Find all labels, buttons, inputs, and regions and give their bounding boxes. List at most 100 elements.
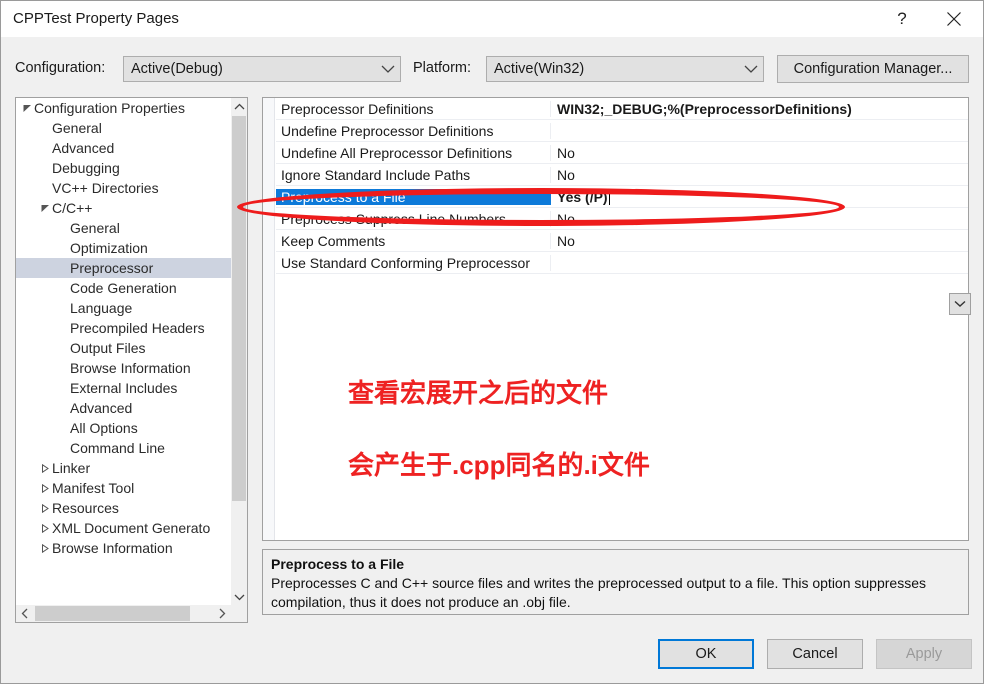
tree-item-command-line[interactable]: Command Line — [16, 438, 233, 458]
tree-item-label: C/C++ — [52, 200, 93, 216]
annotation-note-2: 会产生于.cpp同名的.i文件 — [348, 450, 650, 480]
twisty-collapsed-icon[interactable] — [38, 503, 52, 513]
cancel-button[interactable]: Cancel — [767, 639, 863, 669]
tree-item-language[interactable]: Language — [16, 298, 233, 318]
tree-item-label: Linker — [52, 460, 91, 476]
tree-item-label: Advanced — [70, 400, 133, 416]
title-bar: CPPTest Property Pages ? — [1, 1, 983, 37]
property-value-text: No — [557, 144, 575, 161]
tree-item-preprocessor[interactable]: Preprocessor — [16, 258, 233, 278]
configuration-tree-panel: Configuration Properties General Advanced D… — [15, 97, 248, 623]
tree-item-label: Code Generation — [70, 280, 177, 296]
tree-item-all-options[interactable]: All Options — [16, 418, 233, 438]
tree-horizontal-scrollbar[interactable] — [16, 605, 247, 622]
property-row[interactable]: Use Standard Conforming Preprocessor — [276, 252, 968, 274]
property-row[interactable]: Preprocessor Definitions WIN32;_DEBUG;%(P… — [276, 98, 968, 120]
tree-item-output-files[interactable]: Output Files — [16, 338, 233, 358]
configuration-select-value: Active(Debug) — [131, 61, 223, 77]
property-value: No — [551, 145, 968, 161]
property-value: No — [551, 167, 968, 183]
tree-item-manifest-tool[interactable]: Manifest Tool — [16, 478, 233, 498]
property-value-text: WIN32;_DEBUG;%(PreprocessorDefinitions) — [557, 100, 852, 117]
tree-item-xml-document-generato[interactable]: XML Document Generato — [16, 518, 233, 538]
property-value-input[interactable]: Yes (/P) — [551, 189, 968, 205]
scroll-up-icon[interactable] — [231, 98, 247, 115]
property-name: Preprocess to a File — [276, 188, 551, 205]
property-row[interactable]: Undefine Preprocessor Definitions — [276, 120, 968, 142]
tree-item-debugging[interactable]: Debugging — [16, 158, 233, 178]
tree-item-c-c[interactable]: C/C++ — [16, 198, 233, 218]
property-value-text: No — [557, 232, 575, 249]
platform-select-value: Active(Win32) — [494, 61, 585, 77]
chevron-down-icon — [954, 295, 966, 313]
help-button[interactable]: ? — [879, 1, 925, 37]
apply-button[interactable]: Apply — [876, 639, 972, 669]
tree-vertical-scrollbar[interactable] — [231, 98, 247, 606]
tree-item-label: All Options — [70, 420, 138, 436]
property-row[interactable]: Preprocess Suppress Line Numbers No — [276, 208, 968, 230]
property-row[interactable]: Keep Comments No — [276, 230, 968, 252]
property-grid[interactable]: Preprocessor Definitions WIN32;_DEBUG;%(P… — [276, 98, 968, 274]
twisty-expanded-icon[interactable] — [20, 104, 34, 113]
scroll-left-icon[interactable] — [16, 605, 33, 622]
tree-item-general[interactable]: General — [16, 118, 233, 138]
property-value-text: Yes (/P) — [557, 188, 608, 205]
tree-item-external-includes[interactable]: External Includes — [16, 378, 233, 398]
value-dropdown-button[interactable] — [949, 293, 971, 315]
tree-item-general[interactable]: General — [16, 218, 233, 238]
twisty-collapsed-icon[interactable] — [38, 483, 52, 493]
property-name: Preprocess Suppress Line Numbers — [276, 210, 551, 227]
tree-item-configuration-properties[interactable]: Configuration Properties — [16, 98, 233, 118]
property-value: No — [551, 211, 968, 227]
tree-item-advanced[interactable]: Advanced — [16, 398, 233, 418]
configuration-label: Configuration: — [15, 60, 106, 76]
tree-item-linker[interactable]: Linker — [16, 458, 233, 478]
configuration-select[interactable]: Active(Debug) — [123, 56, 401, 82]
tree-item-label: Resources — [52, 500, 119, 516]
twisty-expanded-icon[interactable] — [38, 204, 52, 213]
property-pages-dialog: CPPTest Property Pages ? Configuration: … — [0, 0, 984, 684]
tree-item-label: General — [70, 220, 120, 236]
tree-item-browse-information[interactable]: Browse Information — [16, 538, 233, 558]
tree-item-label: Language — [70, 300, 133, 316]
tree-item-label: VC++ Directories — [52, 180, 159, 196]
tree-item-label: Precompiled Headers — [70, 320, 205, 336]
configuration-tree[interactable]: Configuration Properties General Advanced D… — [16, 98, 233, 606]
chevron-down-icon — [739, 65, 763, 74]
property-row[interactable]: Preprocess to a File Yes (/P) — [276, 186, 968, 208]
tree-hscrollbar-thumb[interactable] — [35, 606, 190, 621]
configuration-manager-button[interactable]: Configuration Manager... — [777, 55, 969, 83]
tree-item-code-generation[interactable]: Code Generation — [16, 278, 233, 298]
close-button[interactable] — [931, 1, 977, 37]
tree-item-resources[interactable]: Resources — [16, 498, 233, 518]
tree-item-label: Debugging — [52, 160, 120, 176]
tree-scrollbar-thumb[interactable] — [232, 116, 246, 501]
property-name: Keep Comments — [276, 232, 551, 249]
tree-item-label: Preprocessor — [70, 260, 154, 276]
description-panel: Preprocess to a File Preprocesses C and … — [262, 549, 969, 615]
chevron-down-icon — [376, 65, 400, 74]
twisty-collapsed-icon[interactable] — [38, 523, 52, 533]
scroll-down-icon[interactable] — [231, 589, 247, 606]
property-row[interactable]: Ignore Standard Include Paths No — [276, 164, 968, 186]
platform-select[interactable]: Active(Win32) — [486, 56, 764, 82]
twisty-collapsed-icon[interactable] — [38, 543, 52, 553]
twisty-collapsed-icon[interactable] — [38, 463, 52, 473]
close-icon — [946, 11, 962, 27]
tree-item-advanced[interactable]: Advanced — [16, 138, 233, 158]
tree-item-browse-information[interactable]: Browse Information — [16, 358, 233, 378]
tree-item-label: XML Document Generato — [52, 520, 211, 536]
tree-item-vc-directories[interactable]: VC++ Directories — [16, 178, 233, 198]
property-name: Use Standard Conforming Preprocessor — [276, 254, 551, 271]
ok-button[interactable]: OK — [658, 639, 754, 669]
property-row[interactable]: Undefine All Preprocessor Definitions No — [276, 142, 968, 164]
property-grid-gutter — [263, 98, 275, 540]
tree-item-precompiled-headers[interactable]: Precompiled Headers — [16, 318, 233, 338]
scrollbar-corner — [231, 605, 247, 622]
description-body: Preprocesses C and C++ source files and … — [271, 575, 926, 610]
tree-item-optimization[interactable]: Optimization — [16, 238, 233, 258]
description-title: Preprocess to a File — [271, 556, 405, 572]
tree-item-label: Manifest Tool — [52, 480, 135, 496]
scroll-right-icon[interactable] — [214, 605, 231, 622]
tree-item-label: General — [52, 120, 102, 136]
